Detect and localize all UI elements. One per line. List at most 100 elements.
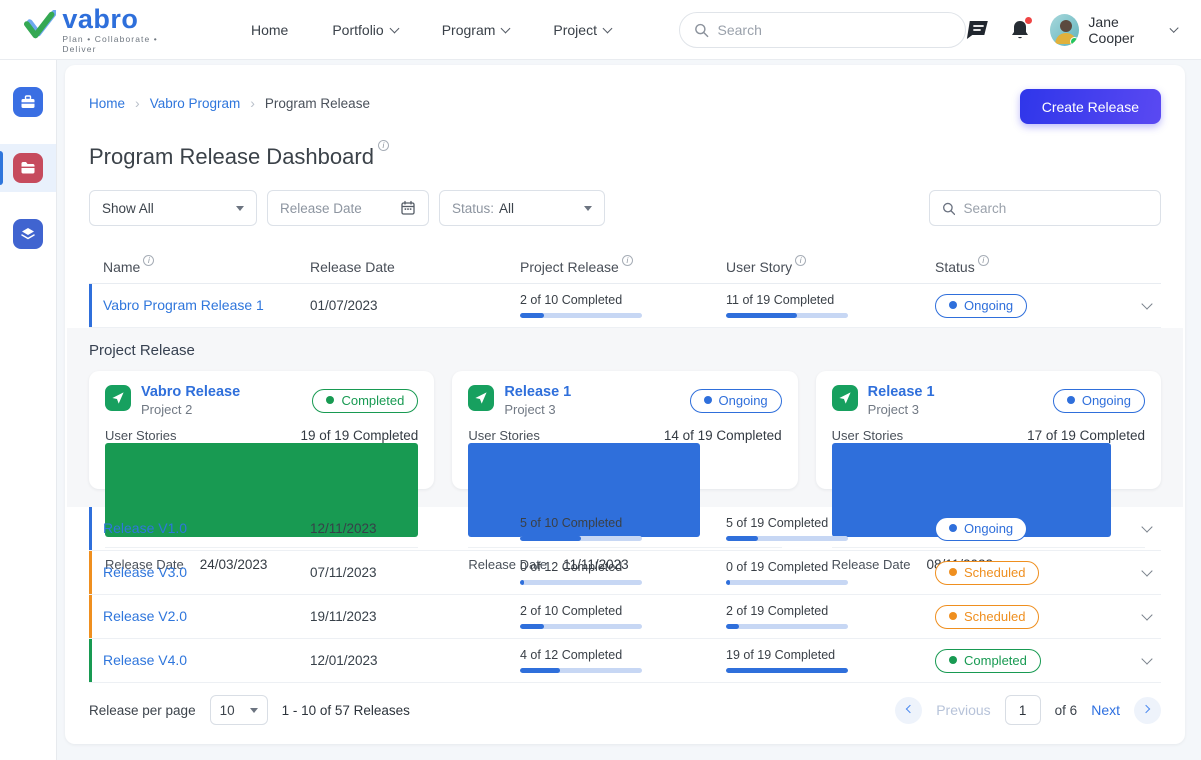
- page-number-input[interactable]: [1005, 695, 1041, 725]
- global-search[interactable]: [679, 12, 966, 48]
- card-release-link[interactable]: Release 1: [868, 384, 935, 400]
- project-release-progress: 5 of 10 Completed: [520, 516, 726, 541]
- create-release-button[interactable]: Create Release: [1020, 89, 1161, 124]
- sidebar-item-portfolio[interactable]: [0, 78, 56, 126]
- chevron-down-icon[interactable]: [1141, 653, 1152, 664]
- chevron-down-icon: [389, 23, 399, 33]
- status-badge: Completed: [935, 649, 1041, 673]
- table-row[interactable]: Release V1.0 12/11/2023 5 of 10 Complete…: [89, 507, 1161, 551]
- release-date-value: 12/11/2023: [310, 521, 520, 536]
- release-date-value: 07/11/2023: [310, 565, 520, 580]
- release-date-value: 19/11/2023: [310, 609, 520, 624]
- project-release-progress: 4 of 12 Completed: [520, 648, 726, 673]
- user-story-progress: 11 of 19 Completed: [726, 293, 935, 318]
- release-name-link[interactable]: Release V2.0: [89, 608, 187, 624]
- card-release-link[interactable]: Release 1: [504, 384, 571, 400]
- nav-portfolio[interactable]: Portfolio: [332, 22, 397, 38]
- expanded-project-release-section: Project Release Vabro Release Project 2 …: [67, 328, 1183, 507]
- column-project-release: Project Release: [520, 259, 726, 275]
- briefcase-icon: [13, 87, 43, 117]
- previous-page-button[interactable]: [895, 697, 922, 724]
- release-name-link[interactable]: Vabro Program Release 1: [89, 297, 264, 313]
- status-badge: Ongoing: [935, 517, 1027, 541]
- user-name: Jane Cooper: [1088, 14, 1161, 46]
- sidebar: [0, 60, 57, 760]
- breadcrumb-separator: ›: [135, 95, 140, 111]
- chevron-right-icon: [1142, 704, 1150, 712]
- user-story-progress: 2 of 19 Completed: [726, 604, 935, 629]
- progress-bar: [520, 536, 642, 541]
- sidebar-item-project[interactable]: [0, 210, 56, 258]
- chevron-down-icon[interactable]: [1141, 609, 1152, 620]
- chevron-left-icon: [906, 704, 914, 712]
- caret-down-icon: [236, 206, 244, 211]
- project-release-progress: 2 of 10 Completed: [520, 293, 726, 318]
- progress-bar: [520, 668, 642, 673]
- global-search-input[interactable]: [718, 22, 952, 38]
- table-footer: Release per page 10 1 - 10 of 57 Release…: [89, 683, 1161, 737]
- status-badge: Ongoing: [1053, 389, 1145, 413]
- user-avatar: [1050, 14, 1079, 46]
- chevron-down-icon: [501, 23, 511, 33]
- table-row[interactable]: Release V2.0 19/11/2023 2 of 10 Complete…: [89, 595, 1161, 639]
- show-all-dropdown[interactable]: Show All: [89, 190, 257, 226]
- release-date-picker[interactable]: Release Date: [267, 190, 429, 226]
- messages-icon[interactable]: [966, 19, 990, 41]
- chevron-down-icon[interactable]: [1141, 298, 1152, 309]
- table-search-input[interactable]: [963, 201, 1148, 216]
- per-page-label: Release per page: [89, 703, 196, 718]
- project-release-progress: 0 of 12 Completed: [520, 560, 726, 585]
- table-row[interactable]: Vabro Program Release 1 01/07/2023 2 of …: [89, 284, 1161, 328]
- user-stories-label: User Stories: [832, 428, 904, 443]
- send-icon: [105, 385, 131, 411]
- previous-label[interactable]: Previous: [936, 702, 990, 718]
- table-search[interactable]: [929, 190, 1161, 226]
- project-release-card[interactable]: Vabro Release Project 2 Completed User S…: [89, 371, 434, 489]
- notifications-icon[interactable]: [1010, 19, 1030, 41]
- table-row[interactable]: Release V4.0 12/01/2023 4 of 12 Complete…: [89, 639, 1161, 683]
- release-name-link[interactable]: Release V3.0: [89, 564, 187, 580]
- table-row[interactable]: Release V3.0 07/11/2023 0 of 12 Complete…: [89, 551, 1161, 595]
- logo-checkmark-icon: [24, 10, 56, 40]
- status-badge: Scheduled: [935, 605, 1039, 629]
- chevron-down-icon[interactable]: [1141, 521, 1152, 532]
- breadcrumb: Home › Vabro Program › Program Release: [89, 89, 370, 111]
- nav-home[interactable]: Home: [251, 22, 288, 38]
- brand-wordmark: vabro: [62, 6, 189, 32]
- release-name-link[interactable]: Release V1.0: [89, 520, 187, 536]
- column-status: Status: [935, 259, 1103, 275]
- user-stories-label: User Stories: [468, 428, 540, 443]
- next-label[interactable]: Next: [1091, 702, 1120, 718]
- breadcrumb-program[interactable]: Vabro Program: [150, 96, 241, 111]
- brand-tagline: Plan • Collaborate • Deliver: [62, 34, 189, 54]
- chevron-down-icon[interactable]: [1141, 565, 1152, 576]
- user-stories-value: 19 of 19 Completed: [300, 428, 418, 443]
- vabro-logo[interactable]: vabro Plan • Collaborate • Deliver: [24, 6, 189, 54]
- breadcrumb-current: Program Release: [265, 96, 370, 111]
- user-stories-value: 17 of 19 Completed: [1027, 428, 1145, 443]
- next-page-button[interactable]: [1134, 697, 1161, 724]
- sidebar-item-program[interactable]: [0, 144, 56, 192]
- dashboard-panel: Home › Vabro Program › Program Release C…: [65, 65, 1185, 744]
- nav-program[interactable]: Program: [442, 22, 510, 38]
- status-badge: Scheduled: [935, 561, 1039, 585]
- table-header: Name Release Date Project Release User S…: [89, 250, 1161, 284]
- card-project-name: Project 2: [141, 402, 240, 417]
- status-badge: Completed: [312, 389, 418, 413]
- user-menu[interactable]: Jane Cooper: [1050, 14, 1177, 46]
- nav-project[interactable]: Project: [553, 22, 611, 38]
- top-navbar: vabro Plan • Collaborate • Deliver Home …: [0, 0, 1201, 60]
- caret-down-icon: [250, 708, 258, 713]
- status-filter-dropdown[interactable]: Status:All: [439, 190, 605, 226]
- project-release-card[interactable]: Release 1 Project 3 Ongoing User Stories…: [816, 371, 1161, 489]
- project-release-card[interactable]: Release 1 Project 3 Ongoing User Stories…: [452, 371, 797, 489]
- notification-dot: [1025, 17, 1032, 24]
- breadcrumb-home[interactable]: Home: [89, 96, 125, 111]
- card-release-link[interactable]: Vabro Release: [141, 384, 240, 400]
- release-name-link[interactable]: Release V4.0: [89, 652, 187, 668]
- status-badge: Ongoing: [690, 389, 782, 413]
- progress-bar: [726, 580, 848, 585]
- status-badge: Ongoing: [935, 294, 1027, 318]
- per-page-select[interactable]: 10: [210, 695, 268, 725]
- info-icon: [622, 255, 633, 266]
